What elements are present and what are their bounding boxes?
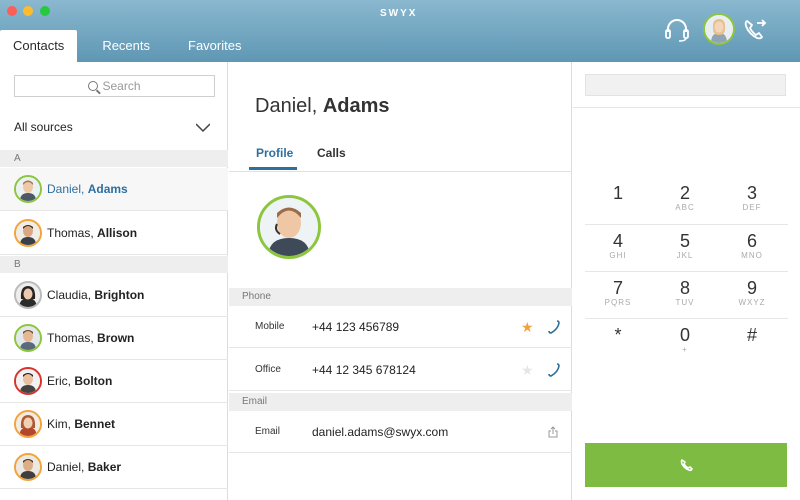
dialpad-key-hash[interactable]: # (719, 319, 785, 365)
avatar (14, 410, 42, 438)
email-address[interactable]: daniel.adams@swyx.com (312, 425, 448, 439)
contact-name: Daniel, Baker (47, 460, 122, 474)
favorite-star-icon[interactable]: ★ (521, 363, 534, 377)
avatar (14, 324, 42, 352)
tab-favorites[interactable]: Favorites (175, 30, 254, 62)
title-bar: SWYX Contacts Recents Favorites (0, 0, 800, 62)
dialpad-key-2[interactable]: 2 ABC (652, 177, 718, 223)
email-section-header: Email (229, 393, 572, 411)
minimize-window-button[interactable] (23, 6, 33, 16)
avatar (14, 453, 42, 481)
avatar (14, 367, 42, 395)
phone-number[interactable]: +44 12 345 678124 (312, 363, 416, 377)
phone-number[interactable]: +44 123 456789 (312, 320, 399, 334)
call-button[interactable] (585, 443, 787, 487)
dialpad-key-4[interactable]: 4 GHI (585, 225, 651, 271)
contact-list-item[interactable]: Daniel, Baker (0, 446, 228, 489)
sources-dropdown[interactable]: All sources (14, 120, 214, 134)
contact-name: Thomas, Allison (47, 226, 138, 240)
email-label: Email (255, 426, 281, 437)
close-window-button[interactable] (7, 6, 17, 16)
phone-icon (680, 459, 693, 472)
contact-list-item[interactable]: Thomas, Allison (0, 212, 228, 255)
page-title: Daniel, Adams (255, 95, 390, 117)
app-logo: SWYX (380, 8, 418, 19)
dialpad-key-0[interactable]: 0 + (652, 319, 718, 365)
divider (229, 171, 572, 172)
phone-label: Mobile (255, 321, 285, 332)
main-tabs: Contacts Recents Favorites (0, 30, 254, 62)
favorite-star-icon[interactable]: ★ (521, 320, 534, 334)
share-icon[interactable] (548, 426, 558, 438)
phone-label: Office (255, 364, 281, 375)
phone-call-icon[interactable] (547, 319, 561, 335)
dialpad-key-6[interactable]: 6 MNO (719, 225, 785, 271)
contact-list-item[interactable]: Thomas, Brown (0, 317, 228, 360)
contact-name: Claudia, Brighton (47, 288, 145, 302)
dialpad-key-7[interactable]: 7 PQRS (585, 272, 651, 318)
chevron-down-icon[interactable] (196, 120, 210, 134)
avatar (14, 281, 42, 309)
dialpad-key-8[interactable]: 8 TUV (652, 272, 718, 318)
contact-list-item[interactable]: Eric, Bolton (0, 360, 228, 403)
call-forward-icon[interactable] (742, 17, 768, 43)
dialpad-key-1[interactable]: 1 (585, 177, 651, 223)
dialpad-key-5[interactable]: 5 JKL (652, 225, 718, 271)
active-tab-indicator (249, 167, 297, 170)
contact-list-item[interactable]: Daniel, Adams (0, 168, 228, 211)
search-placeholder: Search (102, 79, 141, 93)
dialpad-key-9[interactable]: 9 WXYZ (719, 272, 785, 318)
tab-recents[interactable]: Recents (89, 30, 163, 62)
zoom-window-button[interactable] (40, 6, 50, 16)
section-header-b: B (0, 256, 228, 273)
contact-list-item[interactable]: Kim, Bennet (0, 403, 228, 446)
dialpad-panel: 1 2 ABC 3 DEF 4 GHI 5 JKL 6 MNO 7 PQRS 8 TUV 9W… (573, 62, 800, 500)
contact-detail: Daniel, Adams Profile Calls Phone Mobile… (229, 62, 572, 500)
contact-name: Daniel, Adams (47, 182, 128, 196)
tab-calls[interactable]: Calls (317, 146, 346, 160)
user-avatar[interactable] (703, 13, 735, 45)
phone-row: Mobile +44 123 456789 ★ (229, 306, 572, 348)
avatar (14, 219, 42, 247)
search-icon (88, 81, 99, 91)
section-header-a: A (0, 150, 228, 167)
dial-number-input[interactable] (585, 74, 786, 96)
phone-row: Office +44 12 345 678124 ★ (229, 349, 572, 391)
dialpad-key-star[interactable]: * (585, 319, 651, 365)
avatar (14, 175, 42, 203)
tab-contacts[interactable]: Contacts (0, 30, 78, 62)
phone-section-header: Phone (229, 288, 572, 306)
contact-photo (257, 195, 321, 259)
contact-name: Thomas, Brown (47, 331, 135, 345)
headset-icon[interactable] (664, 18, 690, 42)
user-photo-icon (705, 15, 733, 43)
search-input[interactable]: Search (14, 75, 215, 97)
phone-call-icon[interactable] (547, 362, 561, 378)
divider (573, 107, 800, 108)
email-row: Email daniel.adams@swyx.com (229, 411, 572, 453)
dialpad-key-3[interactable]: 3 DEF (719, 177, 785, 223)
tab-profile[interactable]: Profile (256, 146, 293, 160)
contact-list-item[interactable]: Claudia, Brighton (0, 274, 228, 317)
contact-name: Kim, Bennet (47, 417, 116, 431)
contact-name: Eric, Bolton (47, 374, 113, 388)
contacts-sidebar: Search All sources A Daniel, Adams Thoma… (0, 62, 228, 500)
